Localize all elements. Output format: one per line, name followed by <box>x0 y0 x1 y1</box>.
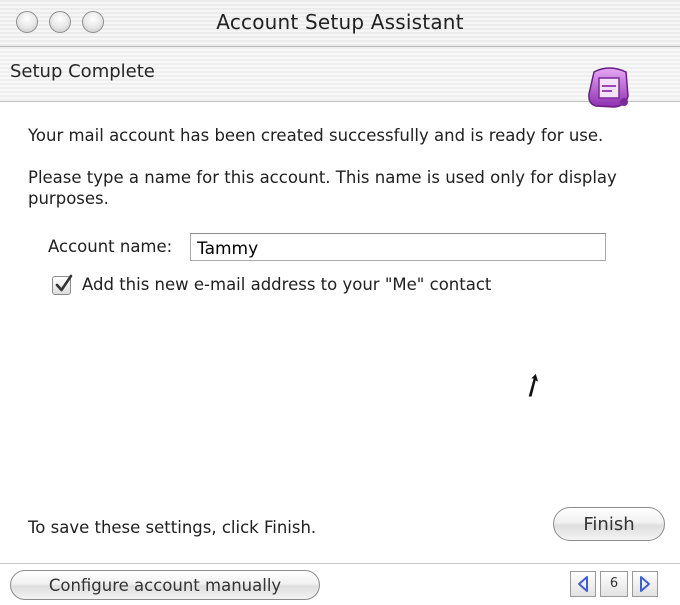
entourage-icon <box>584 66 634 110</box>
window-title: Account Setup Assistant <box>216 10 464 34</box>
finish-button[interactable]: Finish <box>553 507 665 541</box>
instruction-text: Please type a name for this account. Thi… <box>28 168 617 208</box>
configure-manually-button[interactable]: Configure account manually <box>10 570 320 600</box>
account-name-input[interactable] <box>190 233 606 261</box>
success-message: Your mail account has been created succe… <box>28 126 604 145</box>
step-title: Setup Complete <box>10 61 155 82</box>
triangle-left-icon <box>578 576 588 592</box>
triangle-right-icon <box>640 576 650 592</box>
save-hint: To save these settings, click Finish. <box>28 518 317 537</box>
bottom-divider <box>0 563 680 564</box>
window-titlebar[interactable]: Account Setup Assistant <box>0 0 680 47</box>
add-me-contact-checkbox[interactable] <box>52 274 73 295</box>
step-header: Setup Complete <box>0 47 680 102</box>
page-number: 6 <box>600 571 628 597</box>
add-me-contact-label[interactable]: Add this new e-mail address to your "Me"… <box>82 275 491 294</box>
previous-page-button[interactable] <box>570 571 596 597</box>
account-name-label: Account name: <box>48 237 173 256</box>
checkmark-icon <box>55 274 73 292</box>
mouse-cursor-icon <box>524 371 544 405</box>
next-page-button[interactable] <box>632 571 658 597</box>
